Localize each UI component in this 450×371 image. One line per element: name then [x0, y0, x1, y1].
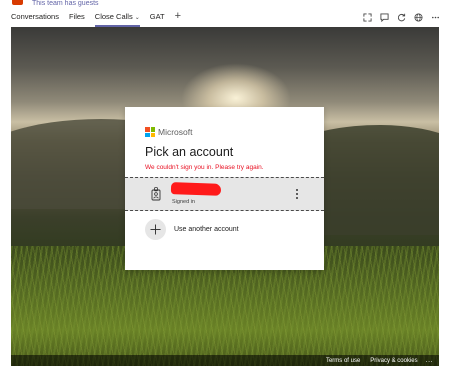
footer-bar: Terms of use Privacy & cookies ...	[11, 355, 439, 366]
chat-icon[interactable]	[379, 12, 389, 22]
tab-label: GAT	[149, 12, 165, 21]
microsoft-brand: Microsoft	[145, 127, 192, 137]
use-another-account-label: Use another account	[174, 225, 239, 233]
account-status: Signed in	[172, 199, 195, 205]
badge-icon	[151, 187, 161, 201]
team-avatar	[12, 0, 23, 5]
tab-label: Conversations	[11, 12, 59, 21]
more-icon[interactable]	[430, 12, 440, 22]
footer-more-button[interactable]: ...	[426, 357, 433, 364]
login-dialog: Microsoft Pick an account We couldn't si…	[125, 107, 324, 270]
plus-icon	[145, 218, 166, 240]
privacy-link[interactable]: Privacy & cookies	[370, 358, 417, 364]
terms-link[interactable]: Terms of use	[326, 358, 360, 364]
dialog-title: Pick an account	[145, 145, 234, 159]
channel-tabs: Conversations Files Close Calls ⌄ GAT +	[11, 9, 191, 27]
globe-icon[interactable]	[413, 12, 423, 22]
chevron-down-icon: ⌄	[134, 15, 140, 21]
account-options-button[interactable]	[294, 189, 300, 199]
plus-icon: +	[174, 9, 182, 22]
tab-conversations[interactable]: Conversations	[11, 11, 59, 25]
tab-toolbar	[355, 11, 440, 23]
microsoft-logo-icon	[145, 127, 155, 137]
tab-label: Close Calls	[94, 12, 133, 21]
expand-icon[interactable]	[362, 12, 372, 22]
error-message: We couldn't sign you in. Please try agai…	[145, 164, 264, 171]
guests-note: This team has guests	[32, 0, 99, 7]
refresh-icon[interactable]	[396, 12, 406, 22]
brand-name: Microsoft	[158, 127, 193, 137]
tab-gat[interactable]: GAT	[150, 11, 165, 25]
tab-close-calls[interactable]: Close Calls ⌄	[94, 11, 140, 27]
tab-label: Files	[68, 12, 85, 21]
redacted-account-name	[170, 182, 222, 196]
use-another-account-button[interactable]: Use another account	[145, 218, 239, 240]
tab-files[interactable]: Files	[69, 11, 85, 25]
account-tile[interactable]: Signed in	[125, 177, 324, 211]
add-tab-button[interactable]: +	[174, 9, 182, 25]
